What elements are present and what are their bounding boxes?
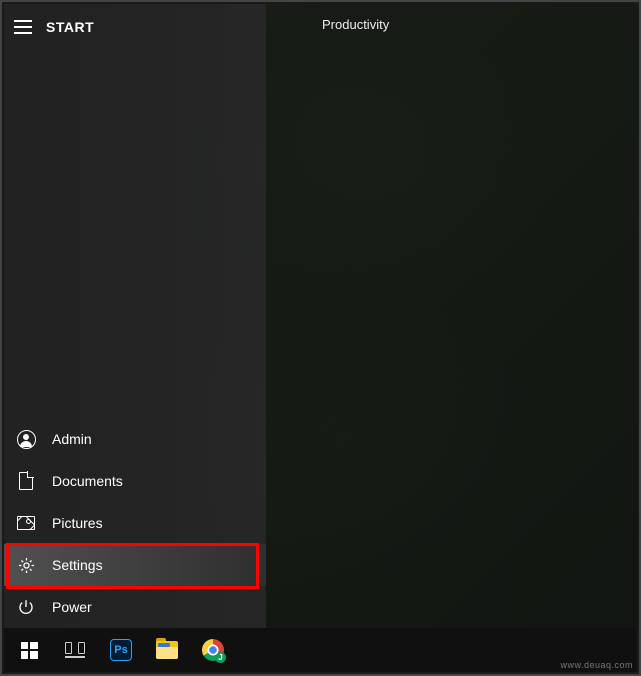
windows-logo-icon: [21, 642, 38, 659]
chrome-taskbar[interactable]: J: [190, 628, 236, 672]
chrome-profile-badge: J: [215, 652, 226, 663]
document-icon: [16, 471, 36, 491]
photoshop-taskbar[interactable]: Ps: [98, 628, 144, 672]
menu-item-label: Pictures: [52, 515, 103, 531]
start-menu: START Admin Documents Pictures: [4, 4, 638, 632]
screen: START Admin Documents Pictures: [0, 0, 641, 676]
start-menu-list: Admin Documents Pictures: [4, 418, 266, 632]
tile-group-title[interactable]: Productivity: [286, 17, 618, 32]
taskbar: Ps J: [4, 628, 637, 672]
menu-item-label: Power: [52, 599, 92, 615]
folder-icon: [156, 641, 178, 659]
start-header: START: [4, 4, 266, 50]
task-view-button[interactable]: [52, 628, 98, 672]
pictures-icon: [16, 513, 36, 533]
file-explorer-taskbar[interactable]: [144, 628, 190, 672]
hamburger-icon[interactable]: [14, 20, 32, 34]
menu-item-settings[interactable]: Settings: [4, 544, 266, 586]
menu-item-admin[interactable]: Admin: [4, 418, 266, 460]
watermark: www.deuaq.com: [560, 660, 633, 670]
menu-item-label: Settings: [52, 557, 103, 573]
photoshop-icon: Ps: [110, 639, 132, 661]
menu-item-label: Documents: [52, 473, 123, 489]
start-button[interactable]: [6, 628, 52, 672]
spacer: [4, 50, 266, 418]
gear-icon: [16, 555, 36, 575]
menu-item-pictures[interactable]: Pictures: [4, 502, 266, 544]
start-right-pane: Productivity: [266, 4, 638, 632]
start-left-pane: START Admin Documents Pictures: [4, 4, 266, 632]
start-header-title: START: [46, 19, 94, 35]
menu-item-documents[interactable]: Documents: [4, 460, 266, 502]
menu-item-label: Admin: [52, 431, 92, 447]
task-view-icon: [65, 642, 85, 658]
menu-item-power[interactable]: Power: [4, 586, 266, 628]
user-icon: [16, 429, 36, 449]
power-icon: [16, 597, 36, 617]
chrome-icon: J: [202, 639, 224, 661]
